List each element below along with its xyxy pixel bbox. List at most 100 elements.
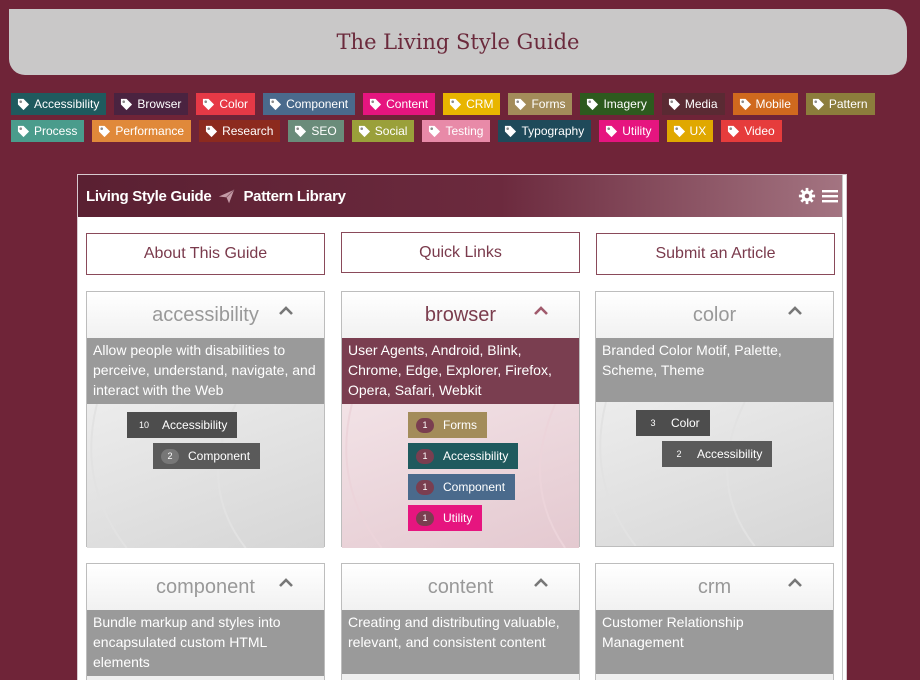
card-title: content [427,575,494,598]
chevron-up-icon[interactable] [787,303,803,319]
gear-icon[interactable] [798,187,816,205]
tag-filter-label: Forms [531,97,566,111]
tag-filter-label: Color [219,97,249,111]
paper-plane-icon [219,188,235,203]
tag-filter-label: Video [744,124,775,138]
card-title: browser [424,303,497,326]
tag-filter-color[interactable]: Color [196,93,256,115]
tag-icon [515,98,527,110]
tag-row-1: Accessibility Browser Color Component Conten… [11,93,911,115]
tag-filter-label: Performance [115,124,185,138]
tag-label: Component [443,480,506,494]
quick-links-button[interactable]: Quick Links [341,232,580,273]
hamburger-menu-icon[interactable] [822,189,838,203]
card-accessibility: accessibility Allow people with disabili… [86,291,325,548]
card-description: Branded Color Motif, Palette, Scheme, Th… [596,338,833,402]
chevron-up-icon[interactable] [533,303,549,319]
tag-count: 10 [139,420,150,430]
card-component: component Bundle markup and styles into … [86,563,325,680]
tag-filter-label: Social [374,124,408,138]
tag-icon [17,125,30,137]
card-header[interactable]: crm [596,564,833,610]
tag-filter-performance[interactable]: Performance [92,120,192,142]
tag-filter-label: Media [684,97,718,111]
card-tag-component[interactable]: 1 Component [408,474,516,500]
card-tag-area: 10 Accessibility 2 Component [87,404,324,548]
tag-icon [668,98,680,110]
tag-count: 3 [650,418,656,428]
card-tag-forms[interactable]: 1 Forms [408,412,487,438]
card-tag-area: 1 Forms 1 Accessibility 1 Component 1 Ut… [342,404,579,548]
card-browser: browser User Agents, Android, Blink, Chr… [341,291,580,548]
chevron-up-icon[interactable] [278,575,294,591]
tag-icon [728,125,740,137]
tag-label: Accessibility [697,447,763,461]
tag-icon [450,98,462,110]
about-guide-button[interactable]: About This Guide [86,233,325,275]
pattern-library-panel: Living Style Guide Pattern Library About… [77,174,847,680]
tag-filter-utility[interactable]: Utility [599,120,659,142]
card-tag-accessibility[interactable]: 10 Accessibility [127,412,238,438]
tag-filter-browser[interactable]: Browser [114,93,189,115]
tag-filter-label: Accessibility [34,97,100,111]
tag-filter-label: CRM [466,97,494,111]
card-color: color Branded Color Motif, Palette, Sche… [595,291,834,547]
tag-count: 1 [416,510,434,526]
card-description: Customer Relationship Management [596,610,833,674]
tag-filter-forms[interactable]: Forms [508,93,573,115]
tag-filter-pattern[interactable]: Pattern [805,93,875,115]
tag-filter-imagery[interactable]: Imagery [580,93,654,115]
chevron-up-icon[interactable] [533,575,549,591]
card-description: Allow people with disabilities to percei… [87,338,324,404]
section-title[interactable]: Pattern Library [243,188,346,205]
tag-filter-testing[interactable]: Testing [422,120,491,142]
card-tag-accessibility[interactable]: 2 Accessibility [662,441,773,467]
card-tag-accessibility[interactable]: 1 Accessibility [408,443,519,469]
card-crm: crm Customer Relationship Management [595,563,834,680]
brand-link[interactable]: Living Style Guide [86,188,212,205]
tag-icon [606,125,618,137]
card-title: accessibility [152,303,259,326]
tag-filter-media[interactable]: Media [661,93,725,115]
tag-icon [739,98,751,110]
card-header[interactable]: color [596,292,833,338]
card-header[interactable]: accessibility [87,292,324,338]
tag-filter-social[interactable]: Social [351,120,415,142]
tag-filter-research[interactable]: Research [199,120,281,142]
tag-filter-seo[interactable]: SEO [288,120,344,142]
tag-filter-mobile[interactable]: Mobile [732,93,798,115]
card-header[interactable]: content [342,564,579,610]
card-header[interactable]: component [87,564,324,610]
tag-filter-typography[interactable]: Typography [498,120,592,142]
card-tag-utility[interactable]: 1 Utility [408,505,483,531]
card-title: crm [697,575,732,598]
tag-filter-label: UX [689,124,707,138]
tag-count: 1 [416,479,434,495]
chevron-up-icon[interactable] [278,303,294,319]
tag-filter-component[interactable]: Component [263,93,356,115]
tag-count: 2 [161,448,179,464]
card-description: Bundle markup and styles into encapsulat… [87,610,324,676]
card-header[interactable]: browser [342,292,579,338]
scrollbar[interactable] [842,175,846,680]
tag-label: Color [671,416,700,430]
chevron-up-icon[interactable] [787,575,803,591]
tag-filter-ux[interactable]: UX [666,120,714,142]
tag-filter-label: Component [286,97,349,111]
tag-filter-crm[interactable]: CRM [443,93,501,115]
card-title: component [156,575,255,598]
card-tag-area: 3 Color 2 Accessibility [596,402,833,546]
tag-filter-content[interactable]: Content [363,93,436,115]
tag-filter-label: Imagery [603,97,647,111]
tag-filter-video[interactable]: Video [721,120,782,142]
card-tag-color[interactable]: 3 Color [636,410,710,436]
tag-filter-label: Testing [445,124,484,138]
card-tag-component[interactable]: 2 Component [153,443,261,469]
tag-filter-label: Typography [521,124,585,138]
submit-article-button[interactable]: Submit an Article [596,233,835,275]
tag-filter-label: SEO [311,124,337,138]
tag-icon [269,98,282,110]
tag-icon [812,98,824,110]
tag-filter-accessibility[interactable]: Accessibility [11,93,107,115]
tag-filter-process[interactable]: Process [11,120,85,142]
